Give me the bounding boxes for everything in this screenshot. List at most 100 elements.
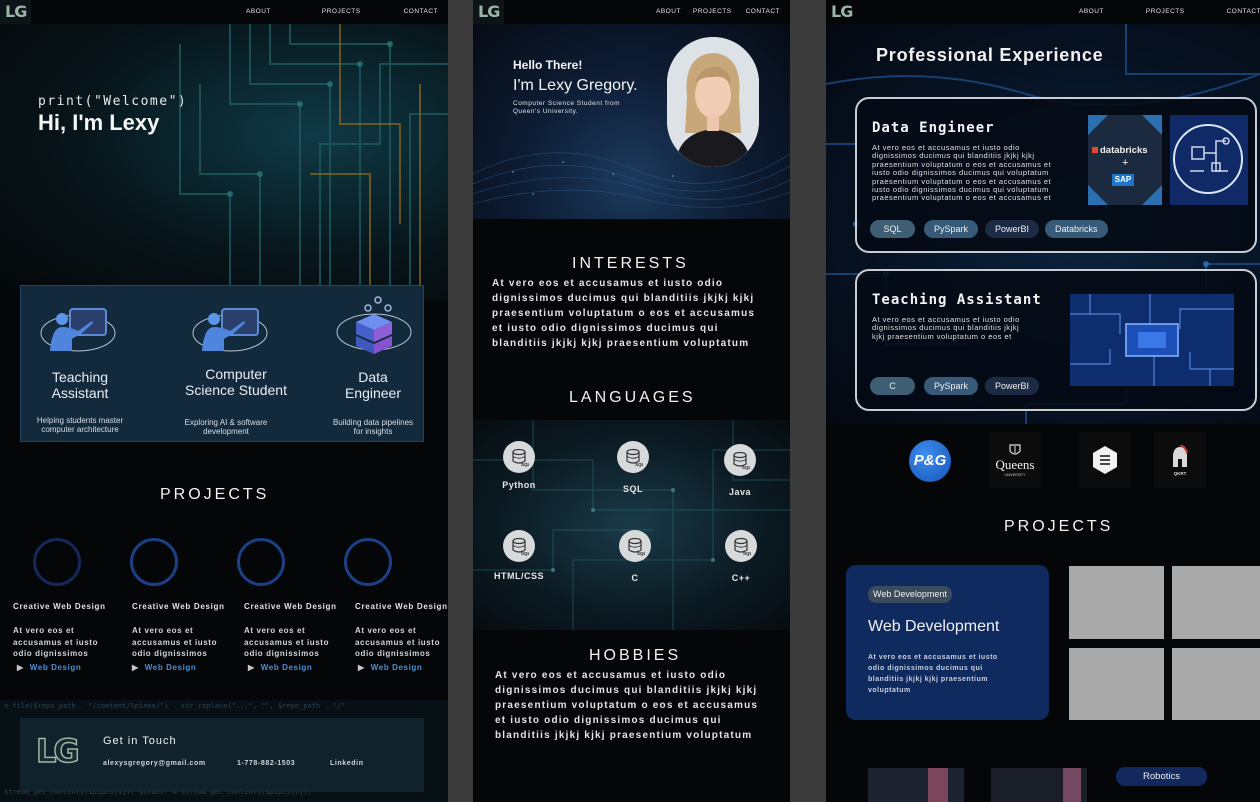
- footer-logo[interactable]: LG: [35, 731, 80, 771]
- top-nav: LG ABOUT PROJECTS CONTACT: [473, 0, 790, 24]
- skill-chip-pyspark[interactable]: PySpark: [924, 220, 979, 238]
- subtitle-line: Queen's University.: [513, 107, 579, 115]
- text-line: voluptatum: [868, 687, 911, 694]
- project-title: Web Development: [868, 618, 1000, 635]
- hello-text: Hello There!: [513, 58, 583, 72]
- role-title-line: Teaching: [51, 369, 109, 385]
- text-line: dignissimos ducimus qui blanditiis jkjkj…: [495, 685, 758, 696]
- database-icon: SQL: [503, 441, 535, 473]
- project-card-text: At vero eos et accusamus et iusto odio d…: [132, 625, 217, 660]
- skill-chip-sql[interactable]: SQL: [870, 220, 915, 238]
- role-description: Building data pipelines for insights: [313, 418, 433, 436]
- circuit-lines-graphic: [179, 24, 448, 300]
- interests-text: At vero eos et accusamus et iusto odio d…: [492, 276, 755, 351]
- language-label: C++: [731, 573, 751, 583]
- db-icon-caption: SQL: [521, 462, 529, 467]
- nav-about-link[interactable]: ABOUT: [656, 8, 681, 15]
- text-line: At vero eos et: [244, 626, 306, 635]
- background-code-line: = file($repo_path . "/content/Spines/") …: [4, 702, 346, 710]
- queens-sub-wordmark: UNIVERSITY: [1004, 473, 1026, 477]
- pg-logo: P&G: [909, 440, 951, 482]
- project-card-link[interactable]: ▶ Web Design: [17, 663, 81, 672]
- skill-chip-pyspark[interactable]: PySpark: [924, 377, 979, 395]
- get-in-touch-heading: Get in Touch: [103, 735, 177, 747]
- text-line: praesentium voluptatum o eos et accusamu…: [492, 308, 756, 319]
- nav-contact-link[interactable]: CONTACT: [1227, 8, 1260, 15]
- project-card-link[interactable]: ▶ Web Design: [248, 663, 312, 672]
- nav-about-link[interactable]: ABOUT: [1079, 8, 1104, 15]
- contact-email[interactable]: alexysgregory@gmail.com: [103, 760, 206, 767]
- link-label: Web Design: [144, 663, 197, 672]
- hex-logo: [1079, 432, 1131, 488]
- project-thumbnail-placeholder[interactable]: [1172, 648, 1260, 720]
- robotics-photo-thumbnail[interactable]: [868, 768, 964, 802]
- text-line: praesentium voluptatum o eos et accusamu…: [872, 193, 1052, 203]
- databricks-sap-logo: databricks + SAP: [1088, 115, 1162, 205]
- language-cpp: SQL C++: [711, 530, 771, 583]
- text-line: At vero eos et accusamus et iusto odio: [492, 278, 724, 289]
- site-logo[interactable]: LG: [0, 0, 32, 24]
- sap-logo: SAP: [1112, 174, 1134, 186]
- project-thumbnail-placeholder[interactable]: [1172, 566, 1260, 639]
- db-icon-caption: SQL: [743, 551, 751, 556]
- robotics-tag[interactable]: Robotics: [1116, 767, 1207, 786]
- welcome-print-line: print("Welcome"): [38, 94, 188, 109]
- role-title-line: Science Student: [185, 382, 287, 398]
- skill-chip-c[interactable]: C: [870, 377, 915, 395]
- role-computer-science-student: Computer Science Student: [176, 366, 296, 398]
- text-line: accusamus et iusto: [244, 637, 330, 647]
- experience-title: Data Engineer: [872, 120, 995, 136]
- experience-description: At vero eos et accusamus et iusto odio d…: [872, 315, 1020, 341]
- text-line: praesentium voluptatum o eos et accusamu…: [495, 700, 759, 711]
- text-line: odio dignissimos: [132, 649, 208, 658]
- project-card-text: At vero eos et accusamus et iusto odio d…: [244, 625, 329, 660]
- language-c: SQL C: [605, 530, 665, 583]
- nav-projects-link[interactable]: PROJECTS: [322, 8, 361, 15]
- project-thumbnail-placeholder[interactable]: [1069, 566, 1164, 639]
- role-title-line: Data: [358, 369, 388, 385]
- text-line: et iusto odio dignissimos ducimus qui: [495, 715, 722, 726]
- nav-projects-link[interactable]: PROJECTS: [1146, 8, 1185, 15]
- queens-crest-icon: [1009, 444, 1021, 455]
- nav-contact-link[interactable]: CONTACT: [404, 8, 438, 15]
- linkedin-link[interactable]: Linkedin: [330, 760, 364, 767]
- db-icon-caption: SQL: [637, 551, 645, 556]
- nav-projects-link[interactable]: PROJECTS: [693, 8, 732, 15]
- site-logo[interactable]: LG: [473, 0, 505, 24]
- contact-phone[interactable]: 1-778-882-1503: [237, 760, 295, 767]
- profile-photo: [667, 37, 759, 167]
- text-line: At vero eos et: [13, 626, 75, 635]
- skill-chip-databricks[interactable]: Databricks: [1045, 220, 1108, 238]
- text-line: blanditiis jkjkj kjkj praesentium volupt…: [492, 338, 750, 349]
- role-data-engineer: Data Engineer: [313, 369, 433, 401]
- nav-about-link[interactable]: ABOUT: [246, 8, 271, 15]
- projects-heading: PROJECTS: [160, 486, 270, 503]
- project-card-link[interactable]: ▶ Web Design: [132, 663, 196, 672]
- chip-board-graphic: [1070, 294, 1234, 386]
- nav-contact-link[interactable]: CONTACT: [746, 8, 780, 15]
- database-icon: SQL: [617, 441, 649, 473]
- circuit-board-image: [1070, 294, 1234, 386]
- about-subtitle: Computer Science Student from Queen's Un…: [513, 100, 620, 115]
- data-engineering-badge: [1170, 115, 1248, 205]
- project-card-link[interactable]: ▶ Web Design: [358, 663, 422, 672]
- database-icon: SQL: [724, 444, 756, 476]
- project-description: At vero eos et accusamus et iusto odio d…: [868, 652, 998, 696]
- text-line: blanditiis jkjkj kjkj praesentium volupt…: [495, 730, 753, 741]
- role-desc-line: Building data pipelines: [332, 418, 414, 427]
- project-thumbnail-placeholder[interactable]: [1069, 648, 1164, 720]
- robotics-photo-thumbnail[interactable]: [991, 768, 1087, 802]
- role-title-line: Assistant: [51, 385, 109, 401]
- skill-chip-powerbi[interactable]: PowerBI: [985, 220, 1040, 238]
- play-arrow-icon: ▶: [132, 663, 139, 672]
- text-line: et iusto odio dignissimos ducimus qui: [492, 323, 719, 334]
- circuit-hero-background: [0, 24, 448, 300]
- language-label: C: [631, 573, 639, 583]
- nav-links: ABOUT PROJECTS CONTACT: [1079, 8, 1260, 15]
- skill-chip-powerbi[interactable]: PowerBI: [985, 377, 1040, 395]
- hero-greeting: Hi, I'm Lexy: [38, 110, 160, 135]
- qkrt-wordmark: QKRT: [1173, 470, 1187, 476]
- site-logo[interactable]: LG: [826, 0, 857, 24]
- nav-links: ABOUT PROJECTS CONTACT: [246, 8, 438, 15]
- projects-heading: PROJECTS: [1004, 518, 1114, 535]
